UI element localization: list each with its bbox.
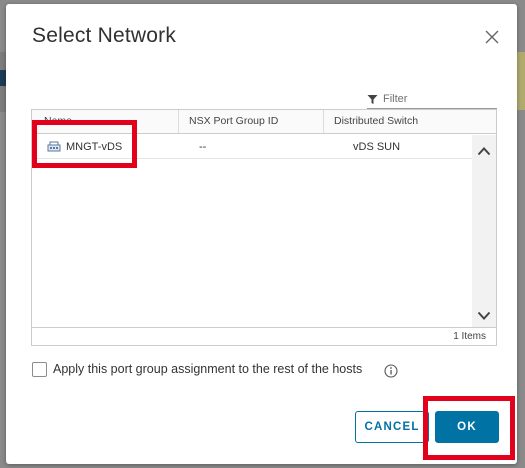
annotation-highlight-network-name (32, 120, 137, 168)
background-right-strip (517, 52, 525, 110)
chevron-down-icon[interactable] (477, 308, 491, 326)
filter-input[interactable] (381, 89, 493, 108)
item-count: 1 Items (453, 331, 486, 342)
column-header-distributed-switch[interactable]: Distributed Switch (324, 110, 470, 133)
apply-assignment-checkbox[interactable] (32, 362, 47, 377)
close-icon[interactable] (484, 29, 500, 45)
cell-nsx-port-group-id: -- (199, 141, 207, 153)
apply-assignment-label: Apply this port group assignment to the … (53, 362, 363, 376)
filter-field[interactable] (367, 89, 497, 109)
cell-distributed-switch: vDS SUN (353, 141, 401, 153)
select-network-dialog: Select Network Name NSX Port Group ID Di… (6, 4, 517, 464)
grid-footer: 1 Items (32, 327, 496, 346)
grid-scrollbar[interactable] (472, 135, 496, 327)
cancel-button[interactable]: CANCEL (355, 411, 429, 443)
chevron-up-icon[interactable] (477, 143, 491, 161)
annotation-highlight-ok-button (423, 396, 515, 460)
dialog-title: Select Network (32, 24, 177, 47)
column-header-nsx-port-group-id[interactable]: NSX Port Group ID (179, 110, 324, 133)
info-icon[interactable] (384, 364, 398, 383)
filter-icon (367, 92, 378, 110)
